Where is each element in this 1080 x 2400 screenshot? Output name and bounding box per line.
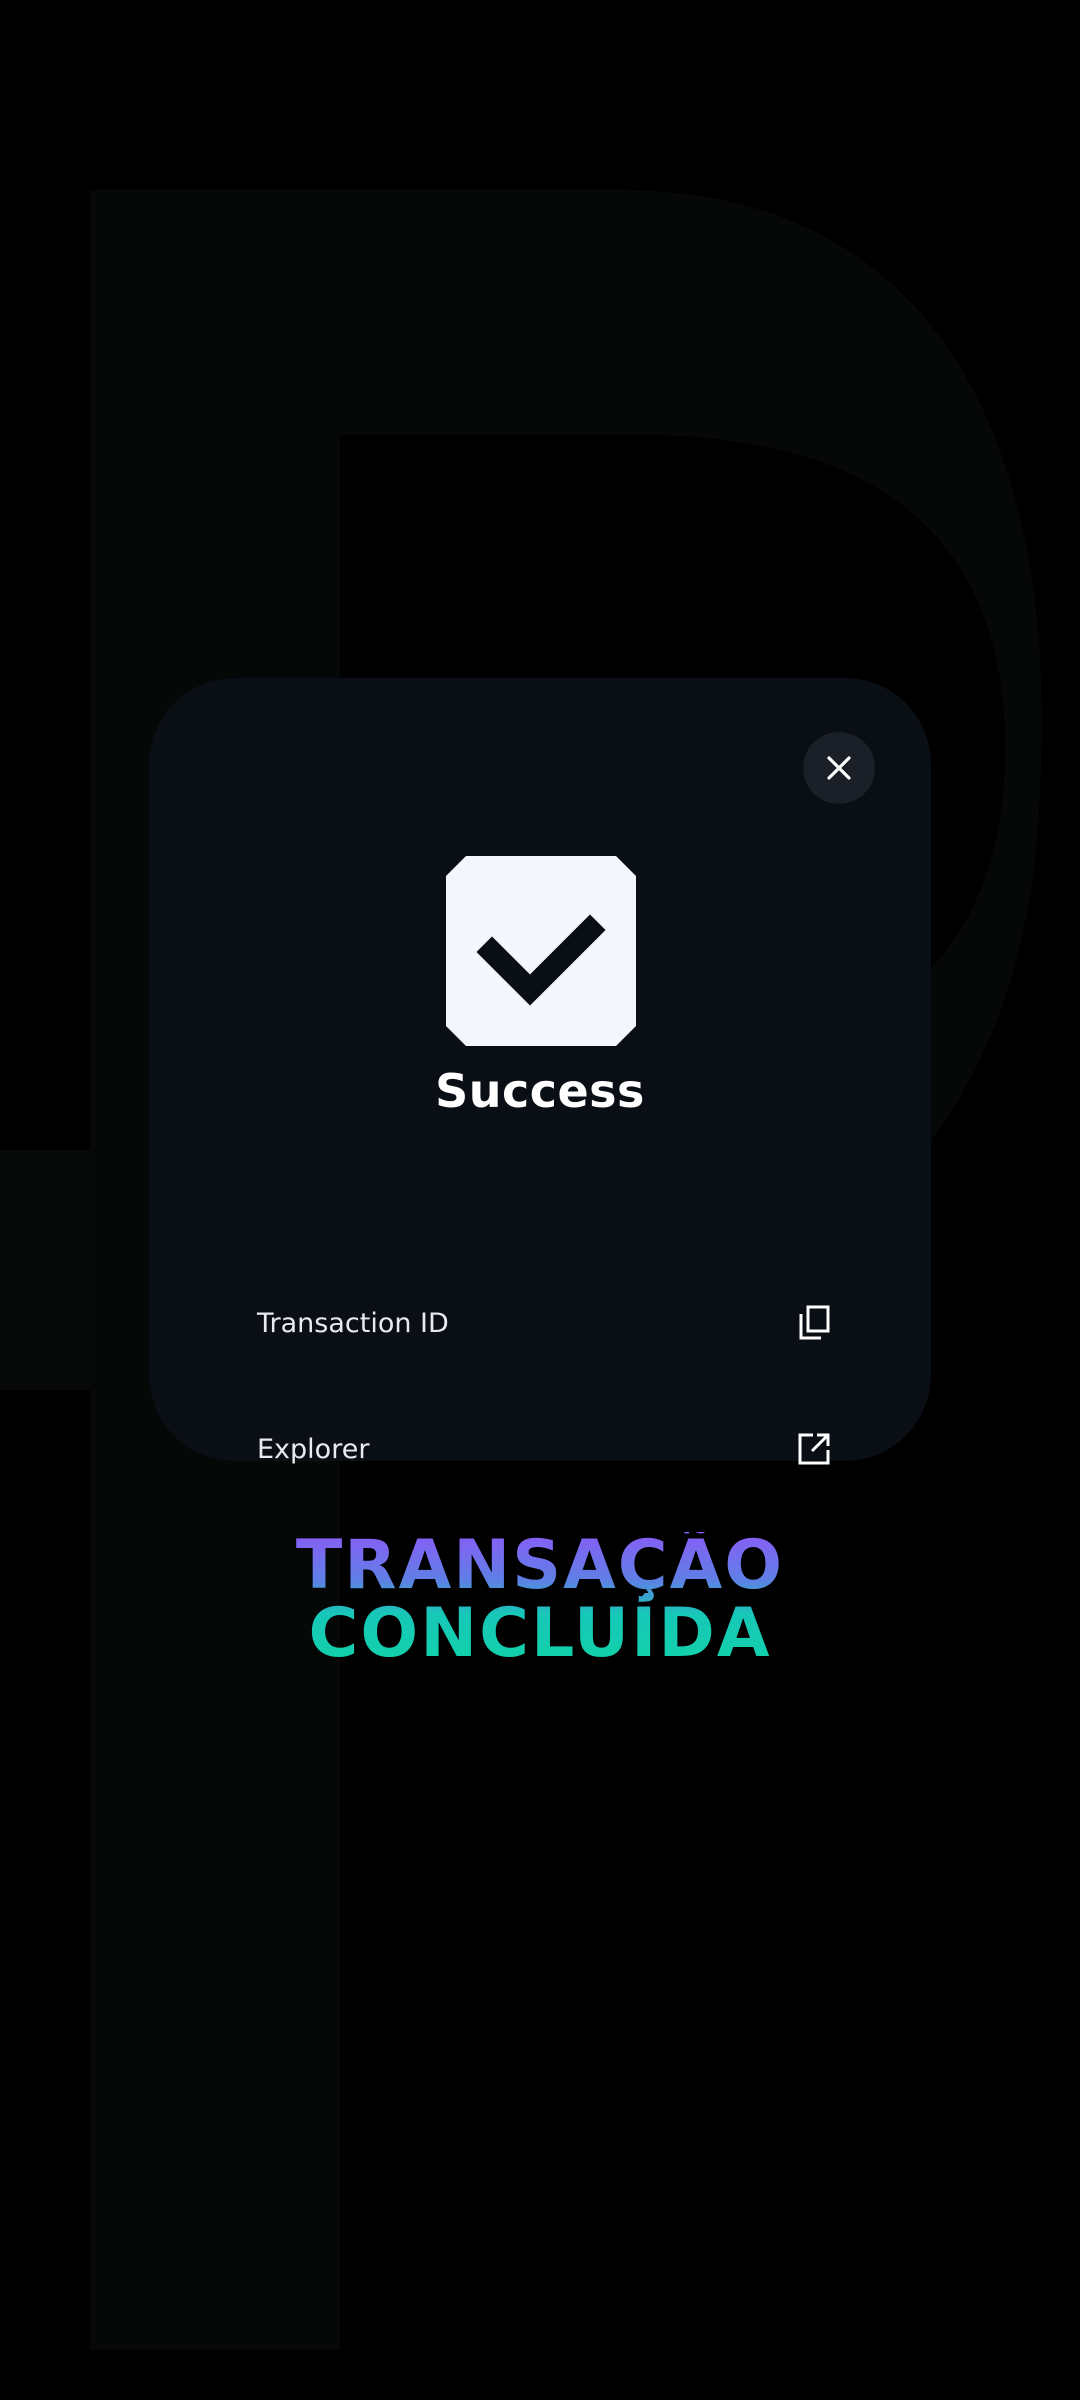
explorer-row[interactable]: Explorer: [257, 1416, 833, 1482]
heading-line-1: TRANSAÇÃO: [295, 1526, 785, 1605]
success-modal: Success Transaction ID Explorer: [149, 678, 931, 1465]
copy-icon[interactable]: [795, 1304, 833, 1342]
close-icon: [827, 756, 851, 780]
transaction-id-row[interactable]: Transaction ID: [257, 1290, 833, 1356]
transaction-id-label: Transaction ID: [257, 1307, 449, 1339]
modal-title: Success: [435, 1064, 645, 1118]
external-link-icon[interactable]: [795, 1430, 833, 1468]
heading-line-2: CONCLUÍDA: [308, 1594, 772, 1673]
transaction-complete-heading: TRANSAÇÃO CONCLUÍDA: [0, 1532, 1080, 1668]
checkmark-badge-icon: [446, 856, 636, 1046]
close-button[interactable]: [803, 732, 875, 804]
explorer-label: Explorer: [257, 1433, 370, 1465]
